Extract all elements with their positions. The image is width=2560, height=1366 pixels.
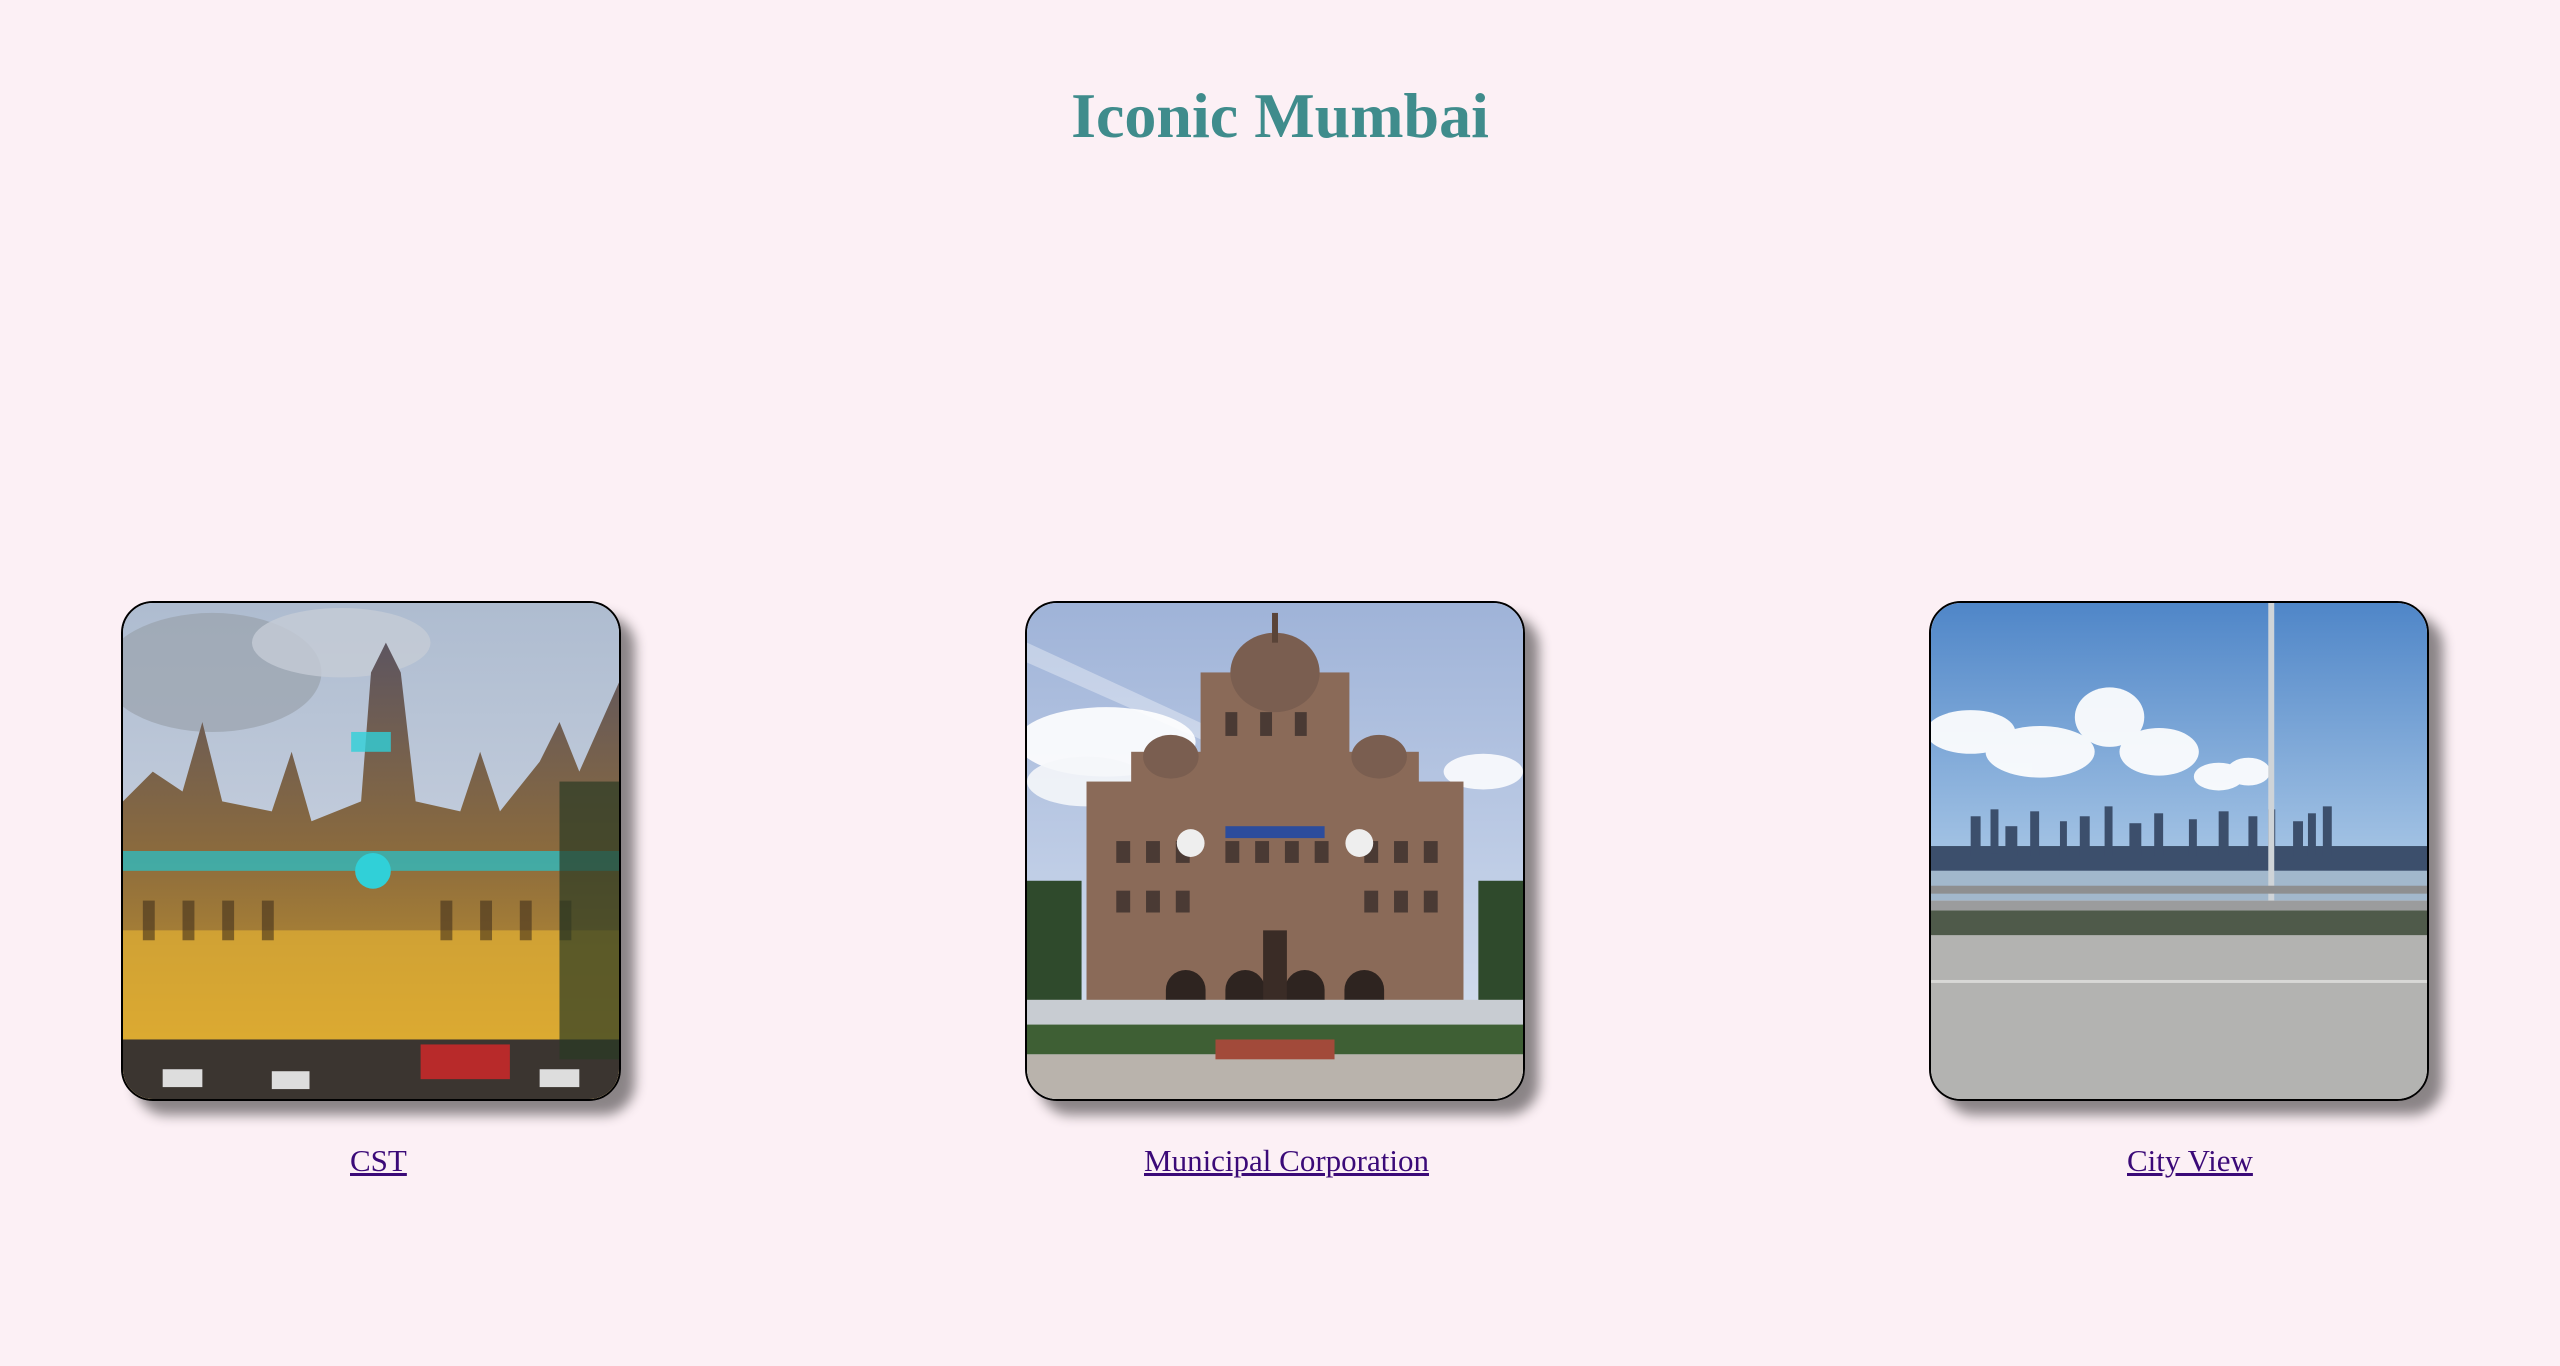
cst-link[interactable]: CST — [350, 1143, 407, 1179]
page: Iconic Mumbai CST Municipal Corporation … — [0, 0, 2560, 1366]
city-view-link[interactable]: City View — [2127, 1143, 2253, 1179]
page-title: Iconic Mumbai — [1071, 80, 1489, 151]
gallery-card-cst: CST — [121, 601, 621, 1178]
gallery-card-city-view: City View — [1929, 601, 2429, 1178]
city-view-photo — [1929, 601, 2429, 1101]
gallery-card-municipal-corporation: Municipal Corporation — [1025, 601, 1525, 1178]
municipal-corporation-link[interactable]: Municipal Corporation — [1144, 1143, 1429, 1179]
municipal-corporation-photo — [1025, 601, 1525, 1101]
cst-photo — [121, 601, 621, 1101]
